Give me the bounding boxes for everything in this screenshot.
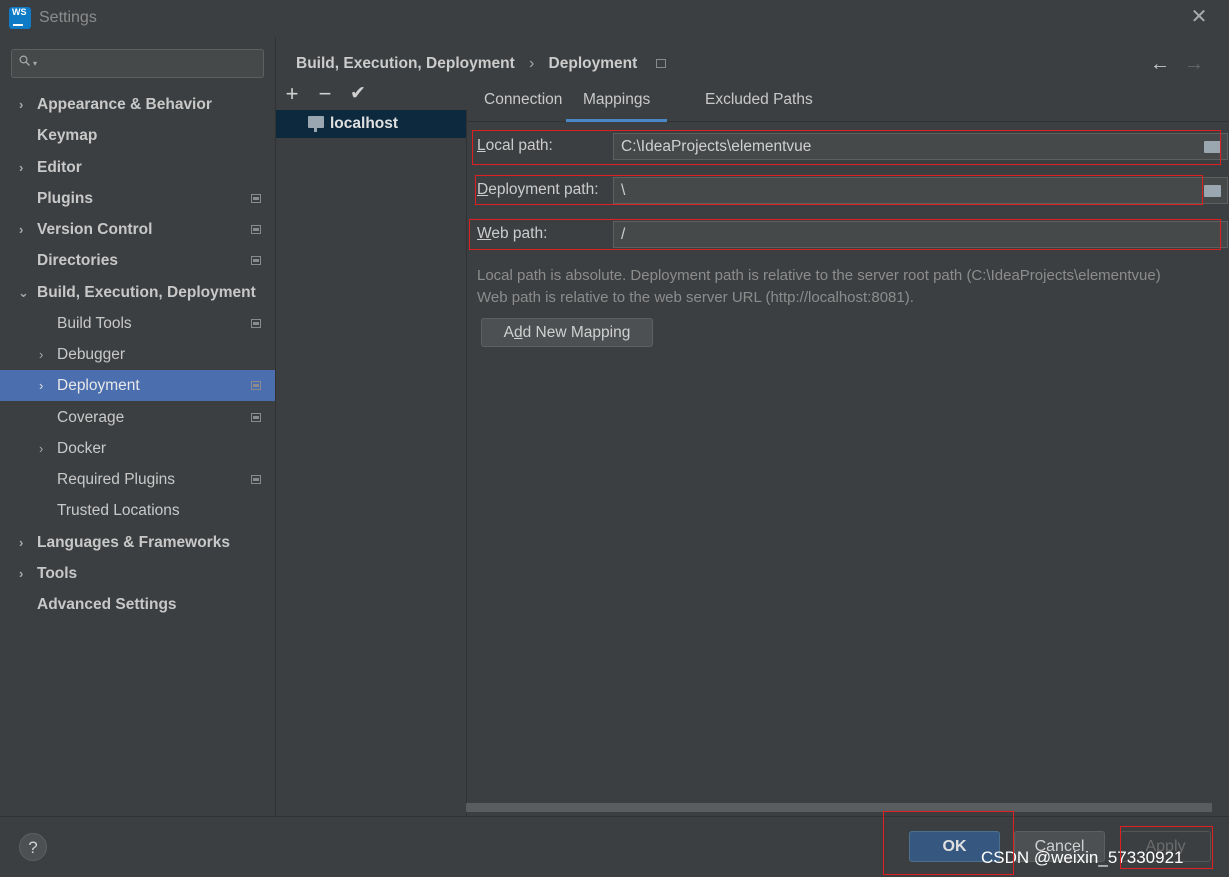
sidebar-item-trusted-locations[interactable]: Trusted Locations [0,495,275,526]
folder-icon[interactable] [1204,141,1221,153]
watermark: CSDN @weixin_57330921 [981,848,1184,867]
remove-server-button[interactable]: − [314,82,336,106]
chevron-right-icon: › [19,535,24,550]
window-title: Settings [39,9,97,26]
sidebar-item-directories[interactable]: Directories [0,245,275,276]
project-settings-icon [251,475,261,484]
server-name: localhost [330,115,399,132]
horizontal-scrollbar[interactable] [466,803,1212,812]
breadcrumb-separator: › [529,55,535,72]
add-server-button[interactable]: + [281,82,303,106]
sidebar-item-label: Appearance & Behavior [37,96,212,113]
sidebar-item-label: Build, Execution, Deployment [37,284,256,301]
sidebar-item-docker[interactable]: › Docker [0,433,275,464]
project-settings-icon [655,59,666,68]
sidebar-item-tools[interactable]: › Tools [0,558,275,589]
sidebar-item-required-plugins[interactable]: Required Plugins [0,464,275,495]
folder-icon[interactable] [1204,185,1221,197]
local-path-field[interactable]: C:\IdeaProjects\elementvue [613,133,1228,160]
sidebar-item-debugger[interactable]: › Debugger [0,339,275,370]
project-settings-icon [251,381,261,390]
server-icon [308,116,324,132]
project-settings-icon [251,256,261,265]
list-item[interactable]: localhost [276,110,466,138]
sidebar-item-label: Editor [37,159,82,176]
sidebar-item-label: Keymap [37,127,98,144]
sidebar-item-keymap[interactable]: Keymap [0,120,275,151]
settings-sidebar: ▾ › Appearance & Behavior Keymap › Edito… [0,37,276,816]
tab-mappings[interactable]: Mappings [566,82,668,122]
chevron-right-icon: › [39,378,44,393]
forward-arrow-icon[interactable]: → [1184,53,1204,76]
sidebar-item-label: Version Control [37,221,153,238]
server-list: localhost [276,110,467,816]
sidebar-item-label: Coverage [57,409,125,426]
back-arrow-icon[interactable]: ← [1150,53,1170,76]
sidebar-item-version-control[interactable]: › Version Control [0,214,275,245]
sidebar-item-label: Trusted Locations [57,502,180,519]
sidebar-item-label: Tools [37,565,78,582]
deployment-path-label: Deployment path: [477,181,599,198]
project-settings-icon [251,413,261,422]
sidebar-item-languages-frameworks[interactable]: › Languages & Frameworks [0,527,275,558]
search-dropdown-icon: ▾ [33,59,38,68]
tab-excluded-paths[interactable]: Excluded Paths [705,82,813,119]
sidebar-item-editor[interactable]: › Editor [0,152,275,183]
sidebar-item-deployment[interactable]: › Deployment [0,370,275,401]
web-path-label: Web path: [477,225,548,242]
breadcrumb: Build, Execution, Deployment › Deploymen… [296,55,666,73]
server-toolbar: + − ✔ [276,82,466,110]
add-new-mapping-button[interactable]: Add New Mapping [481,318,653,347]
local-path-value: C:\IdeaProjects\elementvue [621,138,812,155]
sidebar-item-plugins[interactable]: Plugins [0,183,275,214]
sidebar-item-build-execution-deployment[interactable]: ⌄ Build, Execution, Deployment [0,277,275,308]
chevron-right-icon: › [19,222,24,237]
sidebar-item-label: Directories [37,252,118,269]
sidebar-item-label: Debugger [57,346,126,363]
web-path-value: / [621,226,626,243]
sidebar-item-label: Required Plugins [57,471,176,488]
sidebar-item-label: Build Tools [57,315,132,332]
sidebar-item-appearance[interactable]: › Appearance & Behavior [0,89,275,120]
chevron-right-icon: › [19,160,24,175]
tab-bar: Connection Mappings Excluded Paths [466,82,1229,122]
chevron-down-icon: ⌄ [18,285,29,300]
deployment-path-field[interactable]: \ [613,177,1228,204]
project-settings-icon [251,319,261,328]
breadcrumb-current: Deployment [548,55,638,72]
sidebar-item-build-tools[interactable]: Build Tools [0,308,275,339]
deployment-path-value: \ [621,182,626,199]
dialog-footer: ? OK Cancel Apply CSDN @weixin_57330921 [0,816,1229,877]
close-icon[interactable]: ✕ [1188,6,1210,28]
breadcrumb-parent[interactable]: Build, Execution, Deployment [296,55,515,72]
search-icon [19,55,30,66]
sidebar-item-label: Advanced Settings [37,596,177,613]
sidebar-item-label: Plugins [37,190,93,207]
search-input[interactable]: ▾ [11,49,264,78]
project-settings-icon [251,194,261,203]
sidebar-item-label: Docker [57,440,107,457]
project-settings-icon [251,225,261,234]
sidebar-item-label: Languages & Frameworks [37,534,230,551]
settings-content: Build, Execution, Deployment › Deploymen… [276,37,1229,816]
chevron-right-icon: › [19,97,24,112]
set-default-check-icon[interactable]: ✔ [347,82,369,106]
sidebar-item-coverage[interactable]: Coverage [0,402,275,433]
chevron-right-icon: › [39,347,44,362]
web-path-hint-text: Web path is relative to the web server U… [477,289,914,306]
sidebar-item-label: Deployment [57,377,140,394]
webstorm-logo-icon: WS [9,7,31,29]
tab-connection[interactable]: Connection [484,82,562,119]
chevron-right-icon: › [19,566,24,581]
sidebar-item-advanced-settings[interactable]: Advanced Settings [0,589,275,620]
path-hint-text: Local path is absolute. Deployment path … [477,267,1161,284]
help-button[interactable]: ? [19,833,47,861]
title-bar: WS Settings ✕ [0,0,1229,37]
web-path-field[interactable]: / [613,221,1228,248]
chevron-right-icon: › [39,441,44,456]
local-path-label: Local path: [477,137,553,154]
